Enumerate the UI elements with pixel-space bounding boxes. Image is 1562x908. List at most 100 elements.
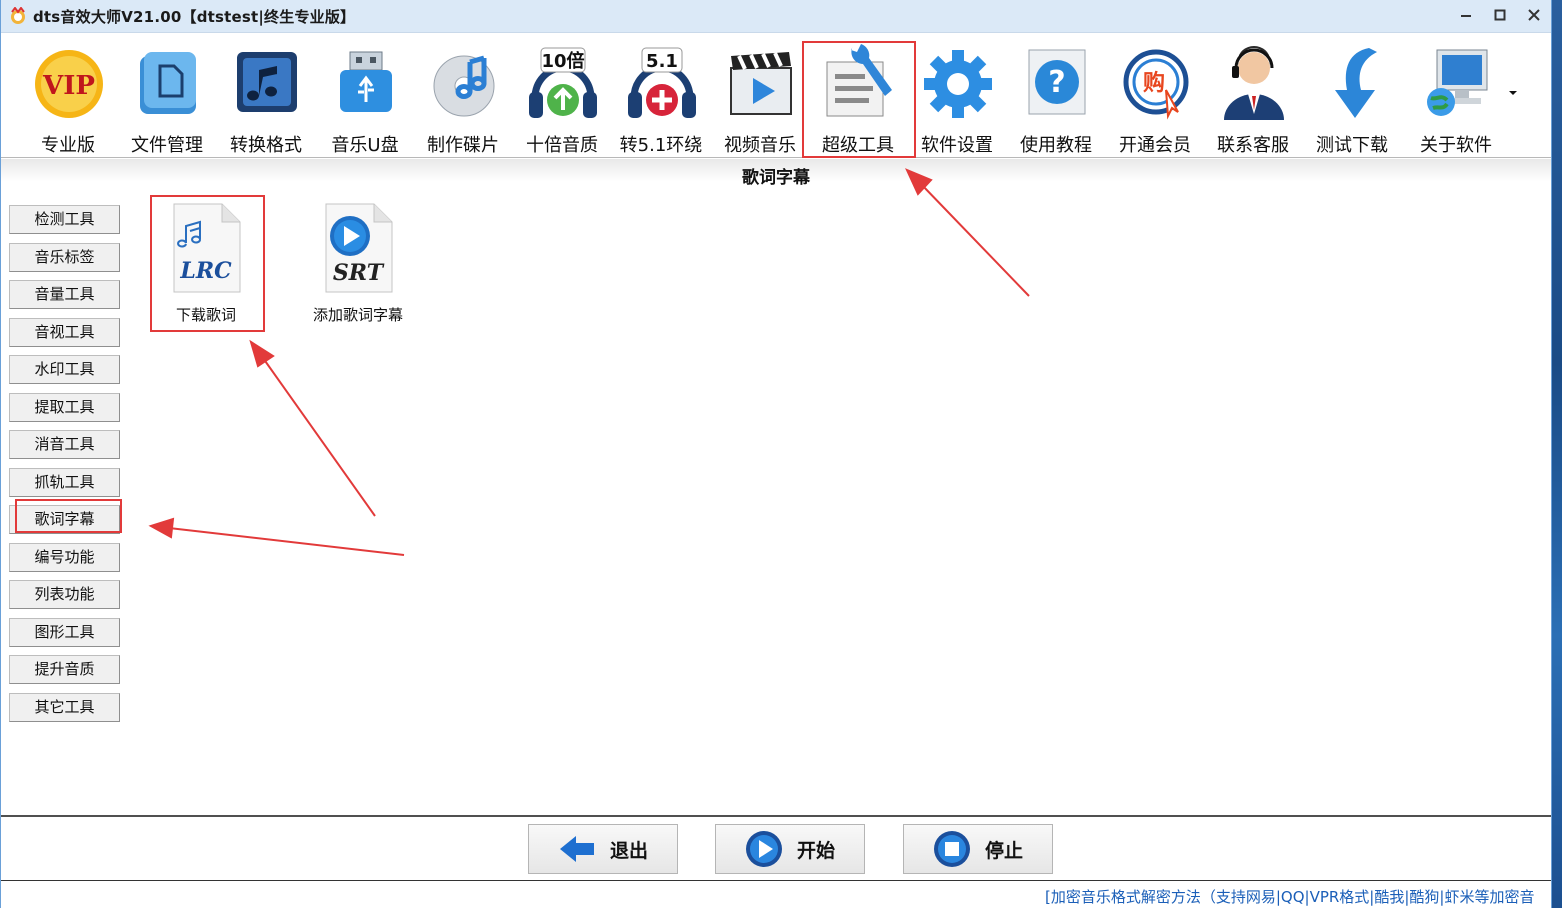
svg-text:VIP: VIP	[42, 71, 95, 101]
arrow-head-icon	[249, 339, 275, 368]
sidebar-item-detect-tools[interactable]: 检测工具	[9, 205, 120, 234]
toolbar-tutorial[interactable]: ? 使用教程	[1007, 40, 1105, 156]
lrc-file-icon: LRC	[173, 203, 241, 293]
toolbar-label: 音乐U盘	[331, 135, 399, 156]
toolbar-51-surround[interactable]: 5.1 转5.1环绕	[612, 40, 710, 156]
app-window: dts音效大师V21.00【dtstest|终生专业版】 VIP 专业版 文件管…	[0, 0, 1552, 908]
toolbar-label: 联系客服	[1217, 135, 1289, 156]
main-toolbar: VIP 专业版 文件管理 转换格式 音乐U盘 制作碟片 10倍 十倍音质 5.1…	[1, 34, 1551, 158]
sidebar-item-av-tools[interactable]: 音视工具	[9, 318, 120, 347]
toolbar-label: 软件设置	[921, 135, 993, 156]
bottom-separator	[1, 815, 1551, 817]
disc-icon	[433, 55, 495, 117]
stop-label: 停止	[984, 839, 1023, 862]
toolbar-convert[interactable]: 转换格式	[217, 40, 315, 156]
srt-file-icon: SRT	[325, 203, 393, 293]
play-icon	[745, 831, 782, 867]
section-title: 歌词字幕	[1, 159, 1551, 197]
file-label: 下载歌词	[175, 306, 236, 324]
sidebar-item-watermark-tools[interactable]: 水印工具	[9, 355, 120, 384]
file-add-lyrics-subtitles[interactable]: SRT 添加歌词字幕	[299, 200, 417, 325]
download-arrow-icon	[1335, 48, 1377, 118]
headphones-51-icon: 5.1	[628, 47, 696, 118]
sidebar-item-other-tools[interactable]: 其它工具	[9, 693, 120, 722]
exit-label: 退出	[609, 839, 648, 862]
folder-icon	[140, 52, 196, 114]
app-logo-icon	[11, 7, 25, 24]
stop-icon	[933, 831, 970, 867]
toolbar-label: 文件管理	[131, 135, 203, 156]
toolbar-contact-support[interactable]: 联系客服	[1204, 40, 1302, 156]
close-icon	[1528, 9, 1540, 21]
toolbar-music-usb[interactable]: 音乐U盘	[316, 40, 414, 156]
sidebar-item-volume-tools[interactable]: 音量工具	[9, 280, 120, 309]
headphones-10x-icon: 10倍	[529, 47, 597, 118]
buy-icon: 购	[1123, 49, 1189, 120]
toolbar-label: 超级工具	[822, 135, 894, 156]
svg-text:购: 购	[1143, 70, 1165, 96]
toolbar-label: 视频音乐	[724, 135, 796, 156]
start-label: 开始	[796, 839, 835, 862]
sidebar-item-improve-quality[interactable]: 提升音质	[9, 655, 120, 684]
desktop-background	[1552, 0, 1562, 908]
computer-globe-icon	[1427, 49, 1488, 116]
toolbar-super-tools[interactable]: 超级工具	[809, 40, 907, 156]
sidebar-item-rip-tools[interactable]: 抓轨工具	[9, 468, 120, 497]
sidebar-item-vocal-remove-tools[interactable]: 消音工具	[9, 430, 120, 459]
toolbar-about[interactable]: 关于软件	[1407, 40, 1505, 156]
svg-text:LRC: LRC	[179, 258, 232, 284]
title-bar: dts音效大师V21.00【dtstest|终生专业版】	[1, 0, 1551, 33]
sidebar-item-extract-tools[interactable]: 提取工具	[9, 393, 120, 422]
minimize-icon	[1461, 15, 1471, 17]
maximize-button[interactable]	[1483, 0, 1517, 30]
usb-drive-icon	[340, 51, 392, 112]
toolbar-label: 关于软件	[1420, 135, 1492, 156]
music-note-icon	[237, 52, 297, 112]
maximize-icon	[1494, 9, 1506, 21]
stop-button[interactable]: 停止	[903, 824, 1053, 874]
toolbar-label: 制作碟片	[427, 135, 499, 156]
help-icon: ?	[1028, 49, 1086, 115]
file-label: 添加歌词字幕	[312, 306, 403, 324]
sidebar-item-numbering[interactable]: 编号功能	[9, 543, 120, 572]
toolbar-label: 开通会员	[1119, 135, 1191, 156]
sidebar-item-lyrics-subtitles[interactable]: 歌词字幕	[9, 505, 120, 534]
sidebar-item-music-tags[interactable]: 音乐标签	[9, 243, 120, 272]
vip-icon: VIP	[35, 50, 103, 118]
start-button[interactable]: 开始	[715, 824, 865, 874]
toolbar-overflow-icon[interactable]	[1506, 86, 1520, 100]
toolbar-video-music[interactable]: 视频音乐	[711, 40, 809, 156]
toolbar-label: 专业版	[41, 135, 95, 156]
toolbar-label: 转5.1环绕	[619, 135, 703, 156]
window-title: dts音效大师V21.00【dtstest|终生专业版】	[33, 7, 356, 26]
toolbar-open-member[interactable]: 购 开通会员	[1106, 40, 1204, 156]
toolbar-test-download[interactable]: 测试下载	[1303, 40, 1401, 156]
toolbar-label: 十倍音质	[526, 135, 598, 156]
svg-text:?: ?	[1048, 65, 1065, 100]
svg-text:SRT: SRT	[333, 260, 385, 286]
svg-text:5.1: 5.1	[646, 51, 678, 72]
sidebar-item-graphic-tools[interactable]: 图形工具	[9, 618, 120, 647]
toolbar-label: 测试下载	[1316, 135, 1388, 156]
close-button[interactable]	[1517, 0, 1551, 30]
toolbar-settings[interactable]: 软件设置	[908, 40, 1006, 156]
svg-text:10倍: 10倍	[541, 50, 584, 72]
toolbar-label: 转换格式	[230, 135, 302, 156]
exit-button[interactable]: 退出	[528, 824, 678, 874]
back-arrow-icon	[559, 836, 594, 862]
clapperboard-icon	[730, 52, 792, 115]
toolbar-file-manage[interactable]: 文件管理	[118, 40, 216, 156]
toolbar-vip[interactable]: VIP 专业版	[19, 40, 117, 156]
window-controls	[1449, 0, 1551, 33]
file-download-lyrics[interactable]: LRC 下载歌词	[147, 200, 265, 325]
toolbar-make-disc[interactable]: 制作碟片	[414, 40, 512, 156]
toolbar-10x-quality[interactable]: 10倍 十倍音质	[513, 40, 611, 156]
gear-icon	[924, 50, 992, 118]
toolbar-label: 使用教程	[1020, 135, 1092, 156]
support-agent-icon	[1224, 46, 1284, 120]
sidebar-item-list-functions[interactable]: 列表功能	[9, 580, 120, 609]
decrypt-method-link[interactable]: [加密音乐格式解密方法（支持网易|QQ|VPR格式|酷我|酷狗|虾米等加密音	[1045, 886, 1534, 907]
status-separator	[1, 880, 1551, 881]
wrench-tools-icon	[826, 44, 892, 117]
minimize-button[interactable]	[1449, 0, 1483, 30]
